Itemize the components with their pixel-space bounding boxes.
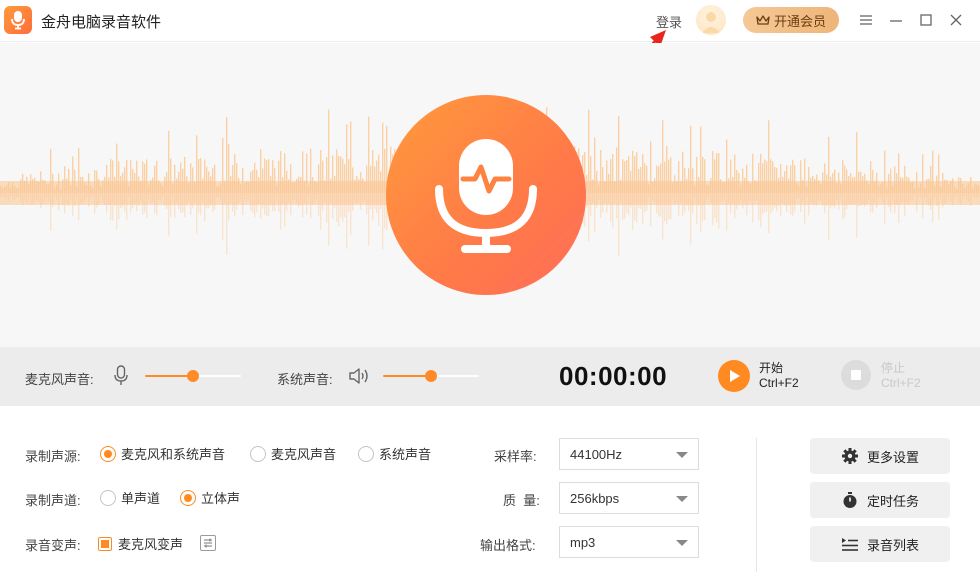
channel-option-stereo[interactable]: 立体声 [180, 488, 240, 507]
control-bar: 麦克风声音: 系统声音: 00:00:00 开始 Ctrl+F2 停止 Ctrl… [0, 347, 980, 406]
quality-value: 256kbps [570, 490, 620, 506]
checkbox-box[interactable] [98, 536, 112, 551]
microphone-small-icon [114, 365, 128, 385]
chevron-down-icon [676, 452, 688, 458]
sample-rate-select[interactable]: 44100Hz [559, 438, 699, 470]
stopwatch-icon [843, 492, 857, 508]
source-option-system[interactable]: 系统声音 [358, 444, 431, 463]
close-icon [950, 14, 962, 26]
close-button[interactable] [947, 11, 965, 29]
system-volume-slider[interactable] [383, 368, 479, 384]
settings-panel: 录制声源: 麦克风和系统声音 麦克风声音 系统声音 录制声道: 单声道 立体声 … [0, 406, 980, 580]
waveform-area [0, 43, 980, 347]
radio-dot[interactable] [250, 445, 266, 462]
quality-select[interactable]: 256kbps [559, 482, 699, 514]
scheduled-task-button[interactable]: 定时任务 [810, 482, 950, 518]
play-icon [730, 370, 740, 382]
recording-list-label: 录音列表 [866, 537, 919, 553]
source-label: 录制声源: [25, 449, 81, 464]
vip-button[interactable]: 开通会员 [743, 7, 839, 33]
voice-change-checkbox[interactable]: 麦克风变声 [98, 534, 183, 553]
start-label[interactable]: 开始 [759, 361, 783, 376]
microphone-icon [435, 139, 537, 253]
minimize-button[interactable] [887, 11, 905, 29]
mic-volume-slider-knob[interactable] [187, 370, 199, 382]
format-select[interactable]: mp3 [559, 526, 699, 558]
voice-change-label: 录音变声: [25, 538, 81, 553]
title-bar: 金舟电脑录音软件 登录 开通会员 [0, 0, 980, 42]
vip-button-label: 开通会员 [773, 13, 826, 29]
user-avatar-icon [702, 12, 720, 33]
app-title: 金舟电脑录音软件 [41, 14, 162, 31]
sample-rate-value: 44100Hz [570, 446, 623, 462]
channel-option-label: 单声道 [121, 491, 161, 506]
channel-label: 录制声道: [25, 493, 81, 508]
speaker-icon [349, 368, 368, 384]
source-option-mic-and-system[interactable]: 麦克风和系统声音 [100, 444, 225, 463]
recording-timer: 00:00:00 [559, 361, 668, 391]
menu-button[interactable] [857, 11, 875, 29]
start-button[interactable] [718, 360, 750, 392]
gear-icon [841, 448, 858, 464]
voice-change-option-label: 麦克风变声 [118, 537, 184, 552]
hamburger-menu-icon [860, 15, 872, 25]
system-volume-label: 系统声音: [277, 372, 333, 387]
sample-rate-label: 采样率: [494, 449, 537, 464]
maximize-icon [920, 14, 932, 26]
waveform-bar [328, 109, 330, 193]
more-settings-label: 更多设置 [866, 449, 919, 465]
source-option-label: 麦克风和系统声音 [121, 447, 226, 462]
voice-change-settings-button[interactable] [200, 535, 216, 551]
radio-dot[interactable] [100, 445, 116, 462]
channel-option-label: 立体声 [201, 491, 241, 506]
source-option-label: 麦克风声音 [271, 447, 337, 462]
record-mic-button[interactable] [386, 95, 586, 295]
chevron-down-icon [676, 540, 688, 546]
divider [756, 438, 757, 572]
mic-volume-slider[interactable] [145, 368, 241, 384]
source-option-mic[interactable]: 麦克风声音 [250, 444, 336, 463]
scheduled-task-label: 定时任务 [866, 493, 919, 509]
avatar[interactable] [696, 5, 726, 35]
list-icon [841, 538, 858, 551]
crown-icon [756, 15, 770, 25]
app-logo-icon [4, 6, 32, 34]
minimize-icon [890, 20, 902, 22]
quality-label: 质 量: [503, 493, 540, 508]
system-volume-slider-knob[interactable] [425, 370, 437, 382]
format-label: 输出格式: [480, 538, 536, 553]
maximize-button[interactable] [917, 11, 935, 29]
channel-option-mono[interactable]: 单声道 [100, 488, 160, 507]
mic-volume-label: 麦克风声音: [25, 372, 94, 387]
radio-dot[interactable] [358, 445, 374, 462]
start-shortcut: Ctrl+F2 [759, 376, 799, 390]
sliders-icon [204, 538, 212, 548]
radio-dot[interactable] [180, 489, 196, 506]
format-value: mp3 [570, 534, 596, 550]
radio-dot[interactable] [100, 489, 116, 506]
source-option-label: 系统声音 [379, 447, 432, 462]
stop-button[interactable] [841, 360, 871, 390]
stop-label[interactable]: 停止 [881, 361, 905, 376]
stop-icon [851, 370, 861, 380]
more-settings-button[interactable]: 更多设置 [810, 438, 950, 474]
waveform-bar [588, 109, 590, 193]
stop-shortcut: Ctrl+F2 [881, 376, 921, 390]
recording-list-button[interactable]: 录音列表 [810, 526, 950, 562]
chevron-down-icon [676, 496, 688, 502]
